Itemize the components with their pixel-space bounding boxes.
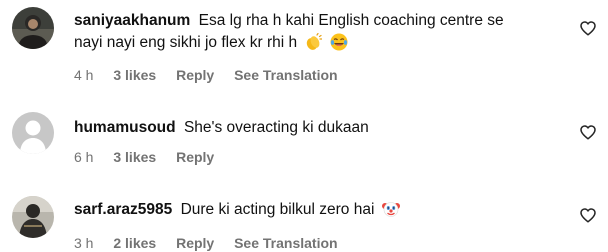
comment-body: saniyaakhanum Esa lg rha h kahi English … bbox=[74, 10, 568, 84]
reply-button[interactable]: Reply bbox=[176, 148, 214, 166]
comment-time: 3 h bbox=[74, 235, 94, 251]
default-avatar-icon[interactable] bbox=[12, 112, 54, 154]
comment-body: humamusoud She's overacting ki dukaan 6 … bbox=[74, 117, 568, 166]
comment-item: humamusoud She's overacting ki dukaan 6 … bbox=[0, 95, 608, 175]
comment-text: sarf.araz5985 Dure ki acting bilkul zero… bbox=[74, 199, 568, 225]
comment-text: humamusoud She's overacting ki dukaan bbox=[74, 117, 568, 139]
comment-list: saniyaakhanum Esa lg rha h kahi English … bbox=[0, 0, 608, 252]
comment-text-line: Esa lg rha h kahi English coaching centr… bbox=[198, 12, 504, 29]
comment-text: nayi nayi eng sikhi jo flex kr rhi h bbox=[74, 32, 568, 58]
comment-text-line: Dure ki acting bilkul zero hai bbox=[180, 201, 375, 218]
comment-likes-link[interactable]: 3 likes bbox=[113, 66, 156, 84]
heart-outline-icon[interactable] bbox=[580, 21, 596, 36]
comment-meta: 6 h 3 likes Reply bbox=[74, 148, 568, 166]
comment-meta: 4 h 3 likes Reply See Translation bbox=[74, 66, 568, 84]
heart-outline-icon[interactable] bbox=[580, 125, 596, 140]
comment-username[interactable]: humamusoud bbox=[74, 119, 176, 136]
comment-text-line: nayi nayi eng sikhi jo flex kr rhi h bbox=[74, 34, 298, 51]
comment-item: sarf.araz5985 Dure ki acting bilkul zero… bbox=[0, 175, 608, 252]
laughing-face-icon bbox=[330, 33, 348, 58]
avatar[interactable] bbox=[12, 7, 54, 49]
avatar[interactable] bbox=[12, 196, 54, 238]
comment-text-line: She's overacting ki dukaan bbox=[183, 119, 369, 136]
clown-face-icon bbox=[381, 200, 400, 225]
reply-button[interactable]: Reply bbox=[176, 234, 214, 252]
reply-button[interactable]: Reply bbox=[176, 66, 214, 84]
comment-item: saniyaakhanum Esa lg rha h kahi English … bbox=[0, 0, 608, 95]
comment-username[interactable]: sarf.araz5985 bbox=[74, 201, 172, 218]
see-translation-button[interactable]: See Translation bbox=[234, 66, 337, 84]
see-translation-button[interactable]: See Translation bbox=[234, 234, 337, 252]
comment-likes-link[interactable]: 3 likes bbox=[113, 148, 156, 166]
comment-time: 6 h bbox=[74, 149, 94, 165]
comment-meta: 3 h 2 likes Reply See Translation bbox=[74, 234, 568, 252]
comment-time: 4 h bbox=[74, 67, 94, 83]
comment-text: saniyaakhanum Esa lg rha h kahi English … bbox=[74, 10, 568, 32]
comment-likes-link[interactable]: 2 likes bbox=[113, 234, 156, 252]
clapping-hands-icon bbox=[304, 32, 323, 58]
comment-username[interactable]: saniyaakhanum bbox=[74, 12, 190, 29]
heart-outline-icon[interactable] bbox=[580, 208, 596, 223]
comment-body: sarf.araz5985 Dure ki acting bilkul zero… bbox=[74, 199, 568, 252]
